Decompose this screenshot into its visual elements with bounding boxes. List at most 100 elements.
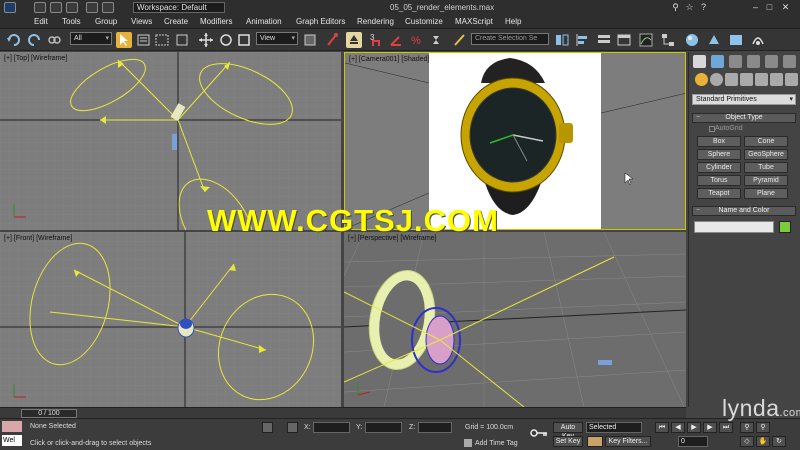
edit-named-selection-icon[interactable]: [452, 32, 468, 48]
box-button[interactable]: Box: [697, 136, 741, 147]
display-tab-icon[interactable]: [765, 55, 778, 68]
key-filter-icon[interactable]: [587, 436, 603, 447]
motion-tab-icon[interactable]: [747, 55, 760, 68]
select-manipulate-icon[interactable]: [324, 32, 340, 48]
viewport-label-front[interactable]: [+] [Front] [Wireframe]: [4, 235, 72, 242]
utilities-tab-icon[interactable]: [783, 55, 796, 68]
open-file-icon[interactable]: [50, 2, 62, 13]
select-by-name-icon[interactable]: [136, 32, 152, 48]
x-coordinate-input[interactable]: [313, 422, 350, 433]
cone-button[interactable]: Cone: [744, 136, 788, 147]
maxscript-mini-listener-pink[interactable]: [2, 421, 22, 432]
star-icon[interactable]: ☆: [684, 2, 695, 12]
curve-editor-icon[interactable]: [638, 32, 654, 48]
object-color-swatch[interactable]: [779, 221, 791, 233]
plane-button[interactable]: Plane: [744, 188, 788, 199]
redo-quick-icon[interactable]: [102, 2, 114, 13]
field-of-view-icon[interactable]: ◇: [740, 436, 754, 447]
viewport-front[interactable]: [+] [Front] [Wireframe]: [0, 232, 341, 407]
space-warps-icon[interactable]: [770, 73, 783, 86]
menu-animation[interactable]: Animation: [246, 17, 282, 26]
orbit-icon[interactable]: ↻: [772, 436, 786, 447]
cameras-icon[interactable]: [740, 73, 753, 86]
zoom-all-icon[interactable]: ⚲: [756, 422, 770, 433]
current-frame-input[interactable]: 0: [678, 436, 708, 447]
minimize-button[interactable]: –: [750, 2, 761, 12]
maxscript-mini-listener[interactable]: Wel: [2, 435, 22, 446]
select-object-icon[interactable]: [116, 32, 132, 48]
add-time-tag[interactable]: Add Time Tag: [475, 440, 518, 447]
menu-rendering[interactable]: Rendering: [357, 17, 394, 26]
menu-tools[interactable]: Tools: [62, 17, 81, 26]
play-icon[interactable]: ▶: [687, 422, 701, 433]
primitive-type-dropdown[interactable]: Standard Primitives: [692, 94, 796, 105]
go-to-end-icon[interactable]: ⏭: [719, 422, 733, 433]
selection-lock-icon[interactable]: [262, 422, 273, 433]
rendered-frame-icon[interactable]: [728, 32, 744, 48]
menu-edit[interactable]: Edit: [34, 17, 48, 26]
helpers-icon[interactable]: [755, 73, 768, 86]
material-editor-icon[interactable]: [684, 32, 700, 48]
go-to-start-icon[interactable]: ⏮: [655, 422, 669, 433]
named-selection-set-input[interactable]: Create Selection Se: [471, 33, 549, 45]
key-icon[interactable]: [530, 427, 548, 439]
reference-coord-dropdown[interactable]: View: [256, 32, 298, 45]
viewport-label-camera[interactable]: [+] [Camera001] [Shaded]: [349, 56, 429, 63]
pivot-icon[interactable]: [302, 32, 318, 48]
object-type-rollout[interactable]: Object Type: [692, 113, 796, 123]
time-slider-thumb[interactable]: 0 / 100: [21, 409, 77, 418]
pan-icon[interactable]: ✋: [756, 436, 770, 447]
link-icon[interactable]: [46, 32, 62, 48]
undo-quick-icon[interactable]: [86, 2, 98, 13]
workspace-dropdown[interactable]: Workspace: Default: [133, 2, 225, 13]
modify-tab-icon[interactable]: [711, 55, 724, 68]
sphere-button[interactable]: Sphere: [697, 149, 741, 160]
layer-manager-icon[interactable]: [596, 32, 612, 48]
previous-frame-icon[interactable]: ◀: [671, 422, 685, 433]
menu-graph-editors[interactable]: Graph Editors: [296, 17, 345, 26]
time-slider[interactable]: 0 / 100: [0, 407, 686, 418]
geometry-icon[interactable]: [695, 73, 708, 86]
binoculars-icon[interactable]: ⚲: [670, 2, 681, 12]
object-name-input[interactable]: [694, 221, 774, 233]
schematic-view-icon[interactable]: [660, 32, 676, 48]
move-icon[interactable]: [198, 32, 214, 48]
selection-filter-dropdown[interactable]: All: [70, 32, 112, 45]
teapot-button[interactable]: Teapot: [697, 188, 741, 199]
viewport-perspective[interactable]: [+] [Perspective] [Wireframe]: [344, 232, 686, 407]
hierarchy-tab-icon[interactable]: [729, 55, 742, 68]
help-icon[interactable]: ?: [698, 2, 709, 12]
cylinder-button[interactable]: Cylinder: [697, 162, 741, 173]
viewport-label-top[interactable]: [+] [Top] [Wireframe]: [4, 55, 67, 62]
z-coordinate-input[interactable]: [418, 422, 452, 433]
spinner-snap-icon[interactable]: [428, 32, 444, 48]
render-setup-icon[interactable]: [706, 32, 722, 48]
menu-views[interactable]: Views: [131, 17, 152, 26]
undo-icon[interactable]: [6, 32, 22, 48]
new-file-icon[interactable]: [34, 2, 46, 13]
save-file-icon[interactable]: [66, 2, 78, 13]
keyboard-shortcut-icon[interactable]: [346, 32, 362, 48]
snap-toggle-icon[interactable]: 3: [368, 32, 384, 48]
next-frame-icon[interactable]: ▶: [703, 422, 717, 433]
torus-button[interactable]: Torus: [697, 175, 741, 186]
percent-snap-icon[interactable]: %: [408, 32, 424, 48]
shapes-icon[interactable]: [710, 73, 723, 86]
scale-icon[interactable]: [236, 32, 252, 48]
geosphere-button[interactable]: GeoSphere: [744, 149, 788, 160]
app-menu-icon[interactable]: [4, 2, 16, 13]
create-tab-icon[interactable]: [693, 55, 706, 68]
menu-maxscript[interactable]: MAXScript: [455, 17, 493, 26]
set-key-button[interactable]: Set Key: [553, 436, 583, 447]
rotate-icon[interactable]: [218, 32, 234, 48]
menu-modifiers[interactable]: Modifiers: [200, 17, 232, 26]
redo-icon[interactable]: [26, 32, 42, 48]
menu-create[interactable]: Create: [164, 17, 188, 26]
lights-icon[interactable]: [725, 73, 738, 86]
render-icon[interactable]: [750, 32, 766, 48]
auto-key-button[interactable]: Auto Key: [553, 422, 583, 440]
pyramid-button[interactable]: Pyramid: [744, 175, 788, 186]
absolute-mode-icon[interactable]: [287, 422, 298, 433]
mirror-icon[interactable]: [554, 32, 570, 48]
name-and-color-rollout[interactable]: Name and Color: [692, 206, 796, 216]
